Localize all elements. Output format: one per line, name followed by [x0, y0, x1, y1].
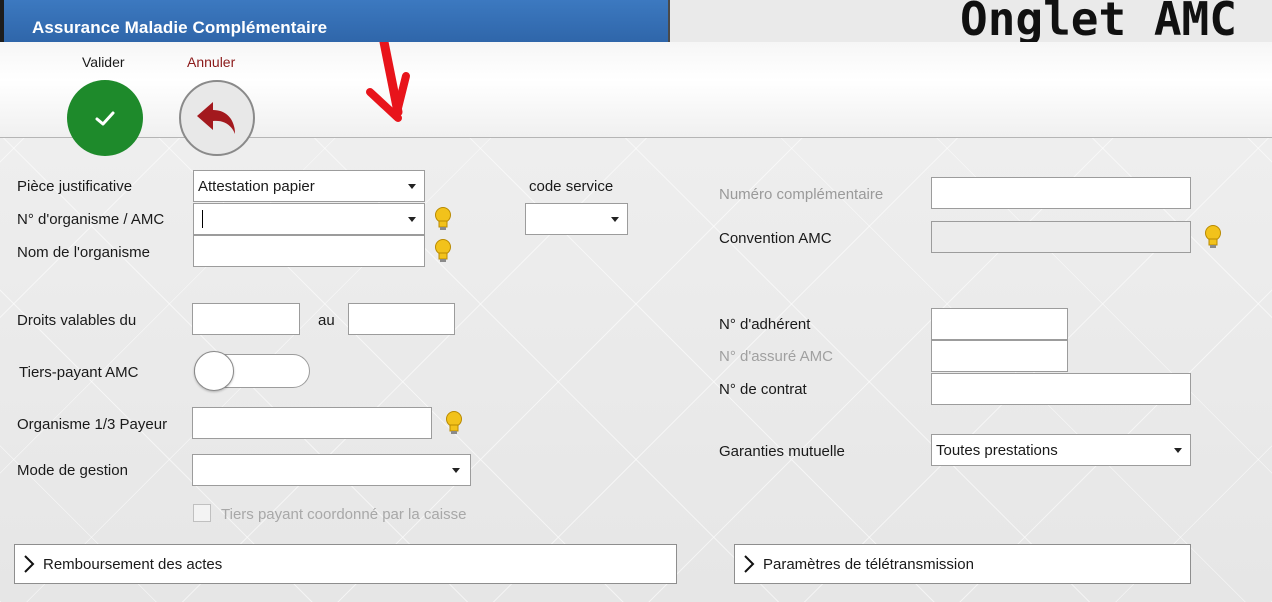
- toggle-knob: [194, 351, 234, 391]
- teletransmission-section[interactable]: Paramètres de télétransmission: [734, 544, 1191, 584]
- mode-gestion-select[interactable]: [192, 454, 471, 486]
- contrat-input[interactable]: [931, 373, 1191, 405]
- droits-label: Droits valables du: [17, 312, 137, 329]
- mode-gestion-label: Mode de gestion: [17, 462, 128, 479]
- numero-compl-label: Numéro complémentaire: [719, 186, 884, 203]
- text-cursor: [202, 210, 203, 228]
- droits-to-input[interactable]: [348, 303, 455, 335]
- chevron-down-icon: [452, 468, 460, 473]
- piece-label: Pièce justificative: [17, 178, 133, 195]
- lightbulb-icon[interactable]: [433, 206, 453, 232]
- lightbulb-icon[interactable]: [444, 410, 464, 436]
- au-label: au: [318, 312, 335, 329]
- organisme-select[interactable]: [193, 203, 425, 235]
- annuler-label: Annuler: [187, 54, 236, 70]
- annotation-heading: Onglet AMC: [960, 0, 1237, 46]
- tiers-coord-checkbox[interactable]: [193, 504, 211, 522]
- piece-value: Attestation papier: [198, 177, 315, 195]
- chevron-down-icon: [611, 217, 619, 222]
- convention-input: [931, 221, 1191, 253]
- assure-input[interactable]: [931, 340, 1068, 372]
- piece-select[interactable]: Attestation papier: [193, 170, 425, 202]
- remboursement-section[interactable]: Remboursement des actes: [14, 544, 677, 584]
- convention-label: Convention AMC: [719, 230, 832, 247]
- tiers-coord-label: Tiers payant coordonné par la caisse: [221, 506, 467, 523]
- nom-organisme-input[interactable]: [193, 235, 425, 267]
- chevron-down-icon: [408, 184, 416, 189]
- chevron-down-icon: [1174, 448, 1182, 453]
- remboursement-label: Remboursement des actes: [43, 555, 223, 573]
- contrat-label: N° de contrat: [719, 381, 807, 398]
- chevron-right-icon: [24, 555, 35, 573]
- window-titlebar: Assurance Maladie Complémentaire: [0, 0, 668, 42]
- adherent-input[interactable]: [931, 308, 1068, 340]
- annuler-button[interactable]: [179, 80, 255, 156]
- organisme-payeur-input[interactable]: [192, 407, 432, 439]
- adherent-label: N° d'adhérent: [719, 316, 811, 333]
- code-service-label: code service: [529, 178, 614, 195]
- garanties-select[interactable]: Toutes prestations: [931, 434, 1191, 466]
- droits-from-input[interactable]: [192, 303, 300, 335]
- tiers-payant-label: Tiers-payant AMC: [19, 364, 139, 381]
- organisme-payeur-label: Organisme 1/3 Payeur: [17, 416, 168, 433]
- lightbulb-icon[interactable]: [1203, 224, 1223, 250]
- teletransmission-label: Paramètres de télétransmission: [763, 555, 974, 573]
- nom-organisme-label: Nom de l'organisme: [17, 244, 150, 261]
- undo-arrow-icon: [197, 102, 235, 134]
- numero-compl-input[interactable]: [931, 177, 1191, 209]
- window-title: Assurance Maladie Complémentaire: [32, 18, 328, 37]
- checkmark-icon: [95, 111, 115, 126]
- valider-button[interactable]: [67, 80, 143, 156]
- code-service-select[interactable]: [525, 203, 628, 235]
- garanties-value: Toutes prestations: [936, 441, 1058, 459]
- annotation-arrow-icon: [366, 42, 410, 122]
- lightbulb-icon[interactable]: [433, 238, 453, 264]
- organisme-label: N° d'organisme / AMC: [17, 211, 165, 228]
- chevron-right-icon: [744, 555, 755, 573]
- valider-label: Valider: [82, 54, 125, 70]
- tiers-payant-toggle[interactable]: [194, 351, 310, 391]
- garanties-label: Garanties mutuelle: [719, 443, 845, 460]
- assure-label: N° d'assuré AMC: [719, 348, 833, 365]
- chevron-down-icon: [408, 217, 416, 222]
